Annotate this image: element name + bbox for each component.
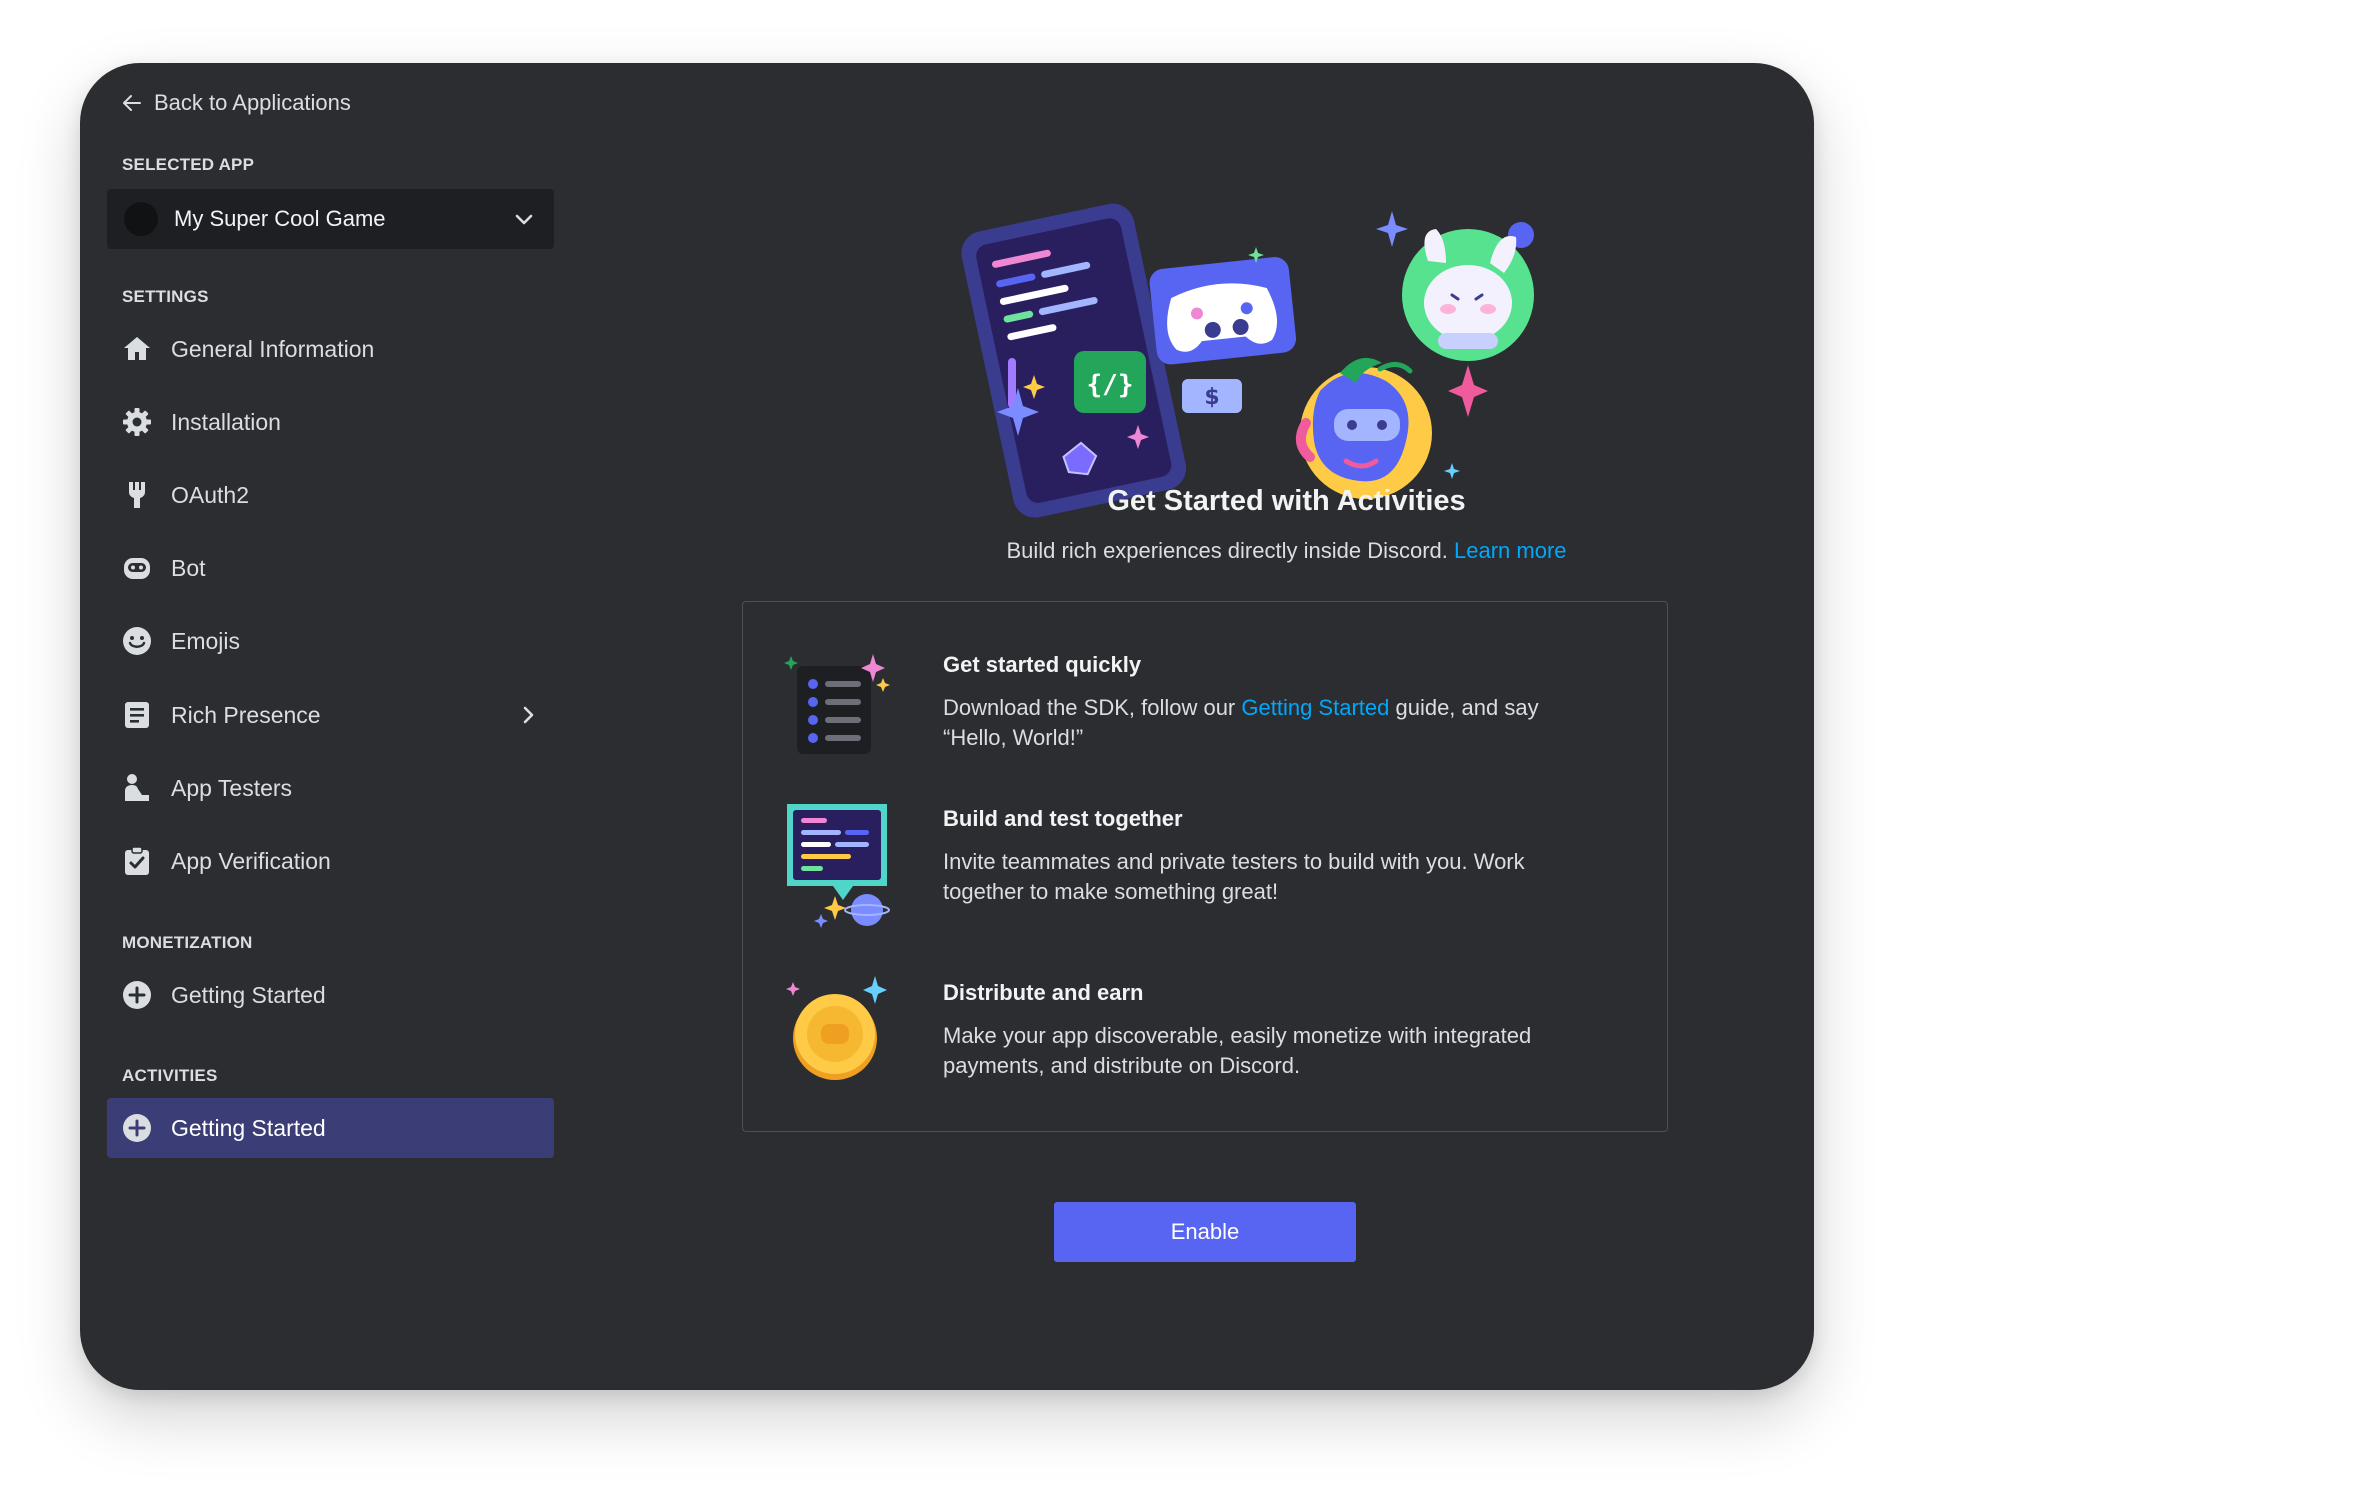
feature-description: Invite teammates and private testers to … [943,849,1525,904]
person-icon [120,771,154,805]
sidebar-item-monetization-getting-started[interactable]: Getting Started [107,965,554,1025]
sidebar-item-label: Rich Presence [171,701,321,728]
plus-circle-icon [120,978,154,1012]
settings-heading: SETTINGS [122,287,209,306]
sidebar-item-label: Getting Started [171,981,326,1008]
sidebar-item-oauth2[interactable]: OAuth2 [107,465,554,525]
selected-app-heading: SELECTED APP [122,155,255,174]
checklist-icon [784,654,890,754]
sidebar-item-activities-getting-started[interactable]: Getting Started [107,1098,554,1158]
feature-title: Get started quickly [943,652,1142,677]
back-link-label: Back to Applications [154,90,351,115]
sidebar-item-label: Getting Started [171,1114,326,1141]
sidebar-item-label: App Testers [171,774,293,801]
clipboard-check-icon [120,844,154,878]
sidebar-item-general-information[interactable]: General Information [107,319,554,379]
arrow-left-icon [123,95,141,111]
sidebar-item-app-verification[interactable]: App Verification [107,831,554,891]
app-avatar [124,202,158,236]
page-subtitle: Build rich experiences directly inside D… [520,538,1814,564]
robot-icon [120,551,154,585]
chevron-right-icon [523,706,534,724]
coin-icon [786,976,887,1080]
sidebar-item-label: OAuth2 [171,481,249,508]
monetization-heading: MONETIZATION [122,933,253,952]
feature-title: Build and test together [943,806,1183,831]
sidebar-item-rich-presence[interactable]: Rich Presence [107,685,554,745]
sidebar-item-emojis[interactable]: Emojis [107,611,554,671]
chat-screen-icon [787,804,890,928]
smiley-icon [120,624,154,658]
selected-app-name: My Super Cool Game [174,206,386,231]
wrench-icon [120,478,154,512]
feature-description: Make your app discoverable, easily monet… [943,1023,1532,1078]
activities-hero-illustration: {/} $ [961,203,1534,518]
sidebar-item-label: App Verification [171,847,331,874]
subtitle-text: Build rich experiences directly inside D… [1006,538,1448,563]
chevron-down-icon [515,214,533,225]
sidebar-item-label: Emojis [171,627,241,654]
sidebar-item-label: General Information [171,335,375,362]
sidebar-item-app-testers[interactable]: App Testers [107,758,554,818]
plus-circle-icon [120,1111,154,1145]
back-to-applications-link[interactable]: Back to Applications [120,85,351,121]
activities-heading: ACTIVITIES [122,1066,218,1085]
svg-text:{/}: {/} [1087,370,1134,400]
app-selector-dropdown[interactable]: My Super Cool Game [107,189,554,249]
learn-more-link[interactable]: Learn more [1454,538,1567,563]
home-icon [120,332,154,366]
sidebar-item-bot[interactable]: Bot [107,538,554,598]
features-panel: Get started quickly Download the SDK, fo… [742,601,1668,1132]
sidebar-item-label: Installation [171,408,281,435]
feature-title: Distribute and earn [943,980,1144,1005]
sidebar-item-label: Bot [171,554,206,581]
page-title: Get Started with Activities [1107,485,1466,517]
feature-description: Download the SDK, follow our Getting Sta… [943,693,1583,753]
svg-text:$: $ [1204,385,1219,410]
sidebar-item-installation[interactable]: Installation [107,392,554,452]
gear-icon [120,405,154,439]
document-icon [120,698,154,732]
getting-started-link[interactable]: Getting Started [1241,695,1389,720]
enable-button[interactable]: Enable [1054,1202,1356,1262]
feature-desc-text: Download the SDK, follow our [943,695,1242,720]
app-window: Back to Applications SELECTED APP My Sup… [80,63,1814,1390]
